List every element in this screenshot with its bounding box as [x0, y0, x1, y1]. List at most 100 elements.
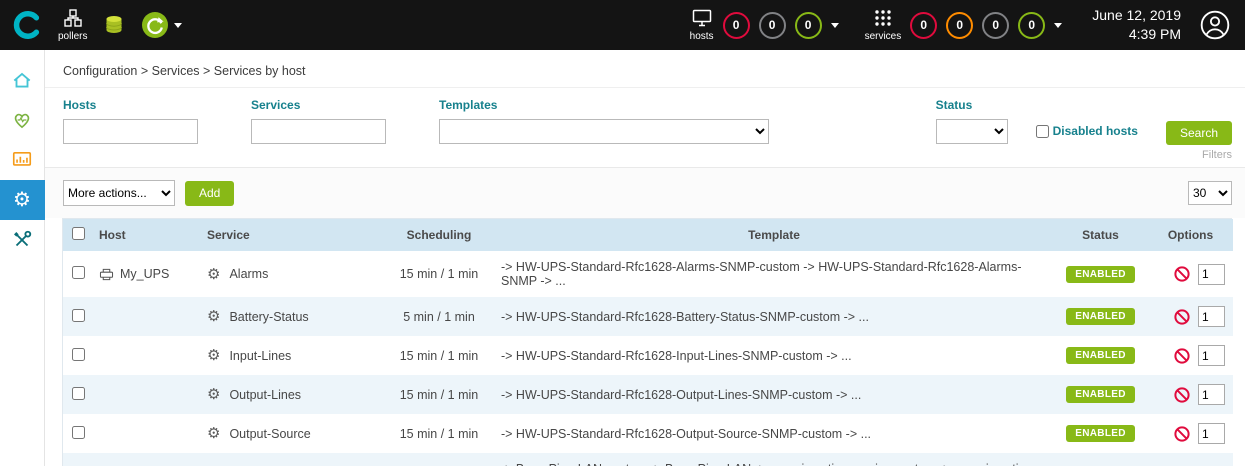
options-count-input[interactable] — [1198, 423, 1225, 444]
disable-icon[interactable] — [1174, 309, 1190, 325]
user-menu[interactable] — [1199, 9, 1231, 41]
disable-icon[interactable] — [1174, 266, 1190, 282]
services-icon — [873, 8, 893, 28]
service-gear-icon[interactable]: ⚙ — [207, 309, 220, 324]
disabled-hosts-toggle[interactable]: Disabled hosts — [1036, 124, 1138, 138]
header-status: Status — [1053, 219, 1148, 251]
page-size-select[interactable]: 30 — [1188, 181, 1232, 205]
counter-warning[interactable]: 0 — [946, 12, 973, 39]
templates-filter-field: Templates — [439, 98, 769, 144]
pollers-menu[interactable]: pollers — [58, 8, 87, 42]
filters-caption: Filters — [1202, 149, 1232, 161]
scheduling-cell: 15 min / 1 min — [383, 336, 495, 375]
template-cell: -> HW-UPS-Standard-Rfc1628-Battery-Statu… — [495, 297, 1053, 336]
template-cell: -> HW-UPS-Standard-Rfc1628-Output-Source… — [495, 414, 1053, 453]
service-name-link[interactable]: Alarms — [229, 267, 268, 281]
scheduling-cell: 5 min / 1 min — [383, 297, 495, 336]
disabled-hosts-label: Disabled hosts — [1053, 124, 1138, 138]
options-count-input[interactable] — [1198, 345, 1225, 366]
services-table: Host Service Scheduling Template Status … — [63, 219, 1233, 466]
home-icon — [11, 69, 33, 91]
counter-up[interactable]: 0 — [795, 12, 822, 39]
centreon-logo[interactable] — [10, 10, 44, 40]
services-label: services — [865, 31, 902, 42]
hosts-filter-input[interactable] — [63, 119, 198, 144]
counter-ok[interactable]: 0 — [1018, 12, 1045, 39]
chevron-down-icon[interactable] — [831, 23, 839, 28]
search-button[interactable]: Search — [1166, 121, 1232, 145]
services-filter-label: Services — [251, 98, 386, 112]
hosts-status-group: hosts 000 — [690, 8, 839, 42]
disable-icon[interactable] — [1174, 387, 1190, 403]
breadcrumb-item[interactable]: Configuration — [63, 64, 137, 78]
breadcrumb-item[interactable]: Services by host — [214, 64, 306, 78]
options-count-input[interactable] — [1198, 384, 1225, 405]
sidebar-item-reporting[interactable] — [0, 140, 45, 180]
row-checkbox[interactable] — [72, 309, 85, 322]
clock: June 12, 2019 4:39 PM — [1092, 6, 1181, 44]
select-all-checkbox[interactable] — [72, 227, 85, 240]
scheduling-cell: 5 min / 1 min — [383, 453, 495, 466]
services-menu[interactable]: services — [865, 8, 902, 42]
template-cell: -> HW-UPS-Standard-Rfc1628-Output-Lines-… — [495, 375, 1053, 414]
breadcrumb-separator: > — [200, 64, 214, 78]
service-name-link[interactable]: Output-Lines — [229, 388, 301, 402]
breadcrumb: Configuration > Services > Services by h… — [45, 50, 1245, 87]
service-counters: 0000 — [910, 12, 1045, 39]
disable-icon[interactable] — [1174, 348, 1190, 364]
row-checkbox[interactable] — [72, 387, 85, 400]
service-table-body: My_UPS ⚙ Alarms 15 min / 1 min -> HW-UPS… — [63, 251, 1233, 466]
options-count-input[interactable] — [1198, 306, 1225, 327]
service-name-link[interactable]: Battery-Status — [229, 310, 308, 324]
service-name-link[interactable]: Output-Source — [229, 427, 310, 441]
host-name[interactable]: My_UPS — [120, 267, 169, 281]
templates-filter-label: Templates — [439, 98, 769, 112]
services-filter-input[interactable] — [251, 119, 386, 144]
sidebar-item-monitoring[interactable] — [0, 100, 45, 140]
sidebar: ⚙ — [0, 50, 45, 466]
platform-status-menu[interactable] — [141, 11, 182, 39]
chevron-down-icon[interactable] — [1054, 23, 1062, 28]
counter-unreachable[interactable]: 0 — [759, 12, 786, 39]
service-gear-icon[interactable]: ⚙ — [207, 267, 220, 282]
more-actions-select[interactable]: More actions... — [63, 180, 175, 206]
hosts-icon — [691, 8, 713, 28]
service-gear-icon[interactable]: ⚙ — [207, 348, 220, 363]
database-status[interactable] — [103, 13, 125, 37]
service-gear-icon[interactable]: ⚙ — [207, 426, 220, 441]
main-content: Configuration > Services > Services by h… — [45, 50, 1245, 466]
add-button[interactable]: Add — [185, 181, 234, 206]
table-row: My_UPS ⚙ Alarms 15 min / 1 min -> HW-UPS… — [63, 251, 1233, 297]
pollers-icon — [63, 8, 83, 28]
header-template: Template — [495, 219, 1053, 251]
disabled-hosts-checkbox[interactable] — [1036, 125, 1049, 138]
sidebar-item-configuration[interactable]: ⚙ — [0, 180, 45, 220]
row-checkbox[interactable] — [72, 348, 85, 361]
status-badge: ENABLED — [1066, 425, 1134, 442]
status-badge: ENABLED — [1066, 386, 1134, 403]
centreon-logo-icon — [12, 10, 42, 40]
sidebar-item-administration[interactable] — [0, 220, 45, 260]
service-name-link[interactable]: Input-Lines — [229, 349, 291, 363]
tools-icon — [11, 229, 33, 251]
options-count-input[interactable] — [1198, 264, 1225, 285]
template-cell: -> Base-Ping-LAN-custom -> Base-Ping-LAN… — [495, 453, 1053, 466]
table-row: ⚙ Battery-Status 5 min / 1 min -> HW-UPS… — [63, 297, 1233, 336]
clock-date: June 12, 2019 — [1092, 6, 1181, 25]
counter-down[interactable]: 0 — [723, 12, 750, 39]
status-badge: ENABLED — [1066, 308, 1134, 325]
row-checkbox[interactable] — [72, 266, 85, 279]
counter-critical[interactable]: 0 — [910, 12, 937, 39]
sidebar-item-home[interactable] — [0, 60, 45, 100]
breadcrumb-item[interactable]: Services — [152, 64, 200, 78]
heartbeat-icon — [11, 109, 33, 131]
hosts-menu[interactable]: hosts — [690, 8, 714, 42]
service-gear-icon[interactable]: ⚙ — [207, 387, 220, 402]
host-counters: 000 — [723, 12, 822, 39]
row-checkbox[interactable] — [72, 426, 85, 439]
topbar: pollers hosts 000 — [0, 0, 1245, 50]
disable-icon[interactable] — [1174, 426, 1190, 442]
templates-filter-select[interactable] — [439, 119, 769, 144]
counter-unknown[interactable]: 0 — [982, 12, 1009, 39]
status-filter-select[interactable] — [936, 119, 1008, 144]
